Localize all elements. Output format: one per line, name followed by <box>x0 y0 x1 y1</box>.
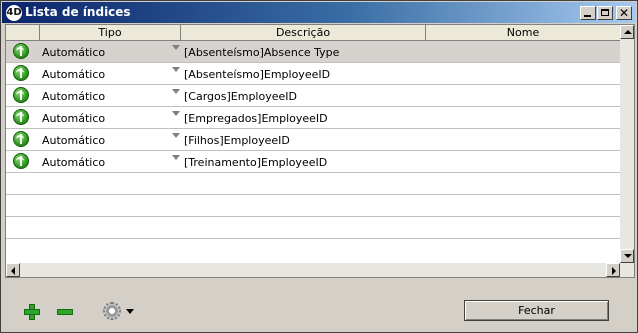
empty-row <box>6 173 620 195</box>
cell-tipo: Automático <box>42 112 106 125</box>
index-status-icon <box>13 109 29 125</box>
header-icon-col[interactable] <box>6 25 40 40</box>
cell-descricao: [Treinamento]EmployeeID <box>184 156 328 169</box>
footer-bar: Fechar <box>2 287 636 331</box>
cell-tipo: Automático <box>42 156 106 169</box>
table-row[interactable]: Automático [Absenteísmo]EmployeeID <box>6 63 620 85</box>
table-row[interactable]: Automático [Cargos]EmployeeID <box>6 85 620 107</box>
scroll-left-button[interactable] <box>6 263 20 277</box>
app-4d-icon: 4D <box>6 5 22 21</box>
index-status-icon <box>13 43 29 59</box>
cell-tipo: Automático <box>42 46 106 59</box>
maximize-icon <box>601 9 609 16</box>
minimize-button[interactable] <box>580 6 596 20</box>
gear-icon[interactable] <box>103 302 121 320</box>
scroll-up-button[interactable] <box>620 25 634 39</box>
cell-tipo: Automático <box>42 68 106 81</box>
cell-descricao: [Filhos]EmployeeID <box>184 134 290 147</box>
empty-row <box>6 217 620 239</box>
index-table: Tipo Descrição Nome Automático [Absenteí… <box>5 24 635 278</box>
close-window-button[interactable]: ✕ <box>616 6 632 20</box>
scroll-down-button[interactable] <box>620 249 634 263</box>
empty-row <box>6 195 620 217</box>
close-button[interactable]: Fechar <box>464 300 609 321</box>
close-icon: ✕ <box>619 6 630 20</box>
index-list-window: 4D Lista de índices ✕ Tipo Descrição Nom… <box>0 0 638 333</box>
scroll-right-button[interactable] <box>606 263 620 277</box>
table-row[interactable]: Automático [Filhos]EmployeeID <box>6 129 620 151</box>
cell-tipo: Automático <box>42 90 106 103</box>
row-dropdown-icon[interactable] <box>172 111 180 116</box>
cell-descricao: [Absenteísmo]Absence Type <box>184 46 340 59</box>
arrow-left-icon <box>11 267 15 275</box>
title-bar[interactable]: 4D Lista de índices ✕ <box>2 2 636 23</box>
cell-tipo: Automático <box>42 134 106 147</box>
row-dropdown-icon[interactable] <box>172 133 180 138</box>
index-status-icon <box>13 153 29 169</box>
index-status-icon <box>13 131 29 147</box>
horizontal-scrollbar[interactable] <box>6 263 634 277</box>
table-row[interactable]: Automático [Treinamento]EmployeeID <box>6 151 620 173</box>
empty-row <box>6 239 620 263</box>
row-dropdown-icon[interactable] <box>172 45 180 50</box>
arrow-up-icon <box>624 30 632 34</box>
header-tipo[interactable]: Tipo <box>40 25 181 40</box>
minimize-icon <box>584 15 591 17</box>
arrow-right-icon <box>612 267 616 275</box>
header-descricao[interactable]: Descrição <box>181 25 426 40</box>
remove-index-button[interactable] <box>57 309 73 315</box>
cell-descricao: [Empregados]EmployeeID <box>184 112 328 125</box>
table-header: Tipo Descrição Nome <box>6 25 620 41</box>
table-row[interactable]: Automático [Absenteísmo]Absence Type <box>6 41 620 63</box>
cell-descricao: [Absenteísmo]EmployeeID <box>184 68 331 81</box>
row-dropdown-icon[interactable] <box>172 67 180 72</box>
header-nome[interactable]: Nome <box>426 25 620 40</box>
window-title: Lista de índices <box>25 5 131 19</box>
maximize-button[interactable] <box>597 6 613 20</box>
index-status-icon <box>13 87 29 103</box>
arrow-down-icon <box>624 254 632 258</box>
add-index-button[interactable] <box>24 304 40 320</box>
row-dropdown-icon[interactable] <box>172 155 180 160</box>
index-status-icon <box>13 65 29 81</box>
vertical-scrollbar[interactable] <box>620 25 634 277</box>
cell-descricao: [Cargos]EmployeeID <box>184 90 297 103</box>
table-row[interactable]: Automático [Empregados]EmployeeID <box>6 107 620 129</box>
row-dropdown-icon[interactable] <box>172 89 180 94</box>
chevron-down-icon[interactable] <box>126 309 134 314</box>
